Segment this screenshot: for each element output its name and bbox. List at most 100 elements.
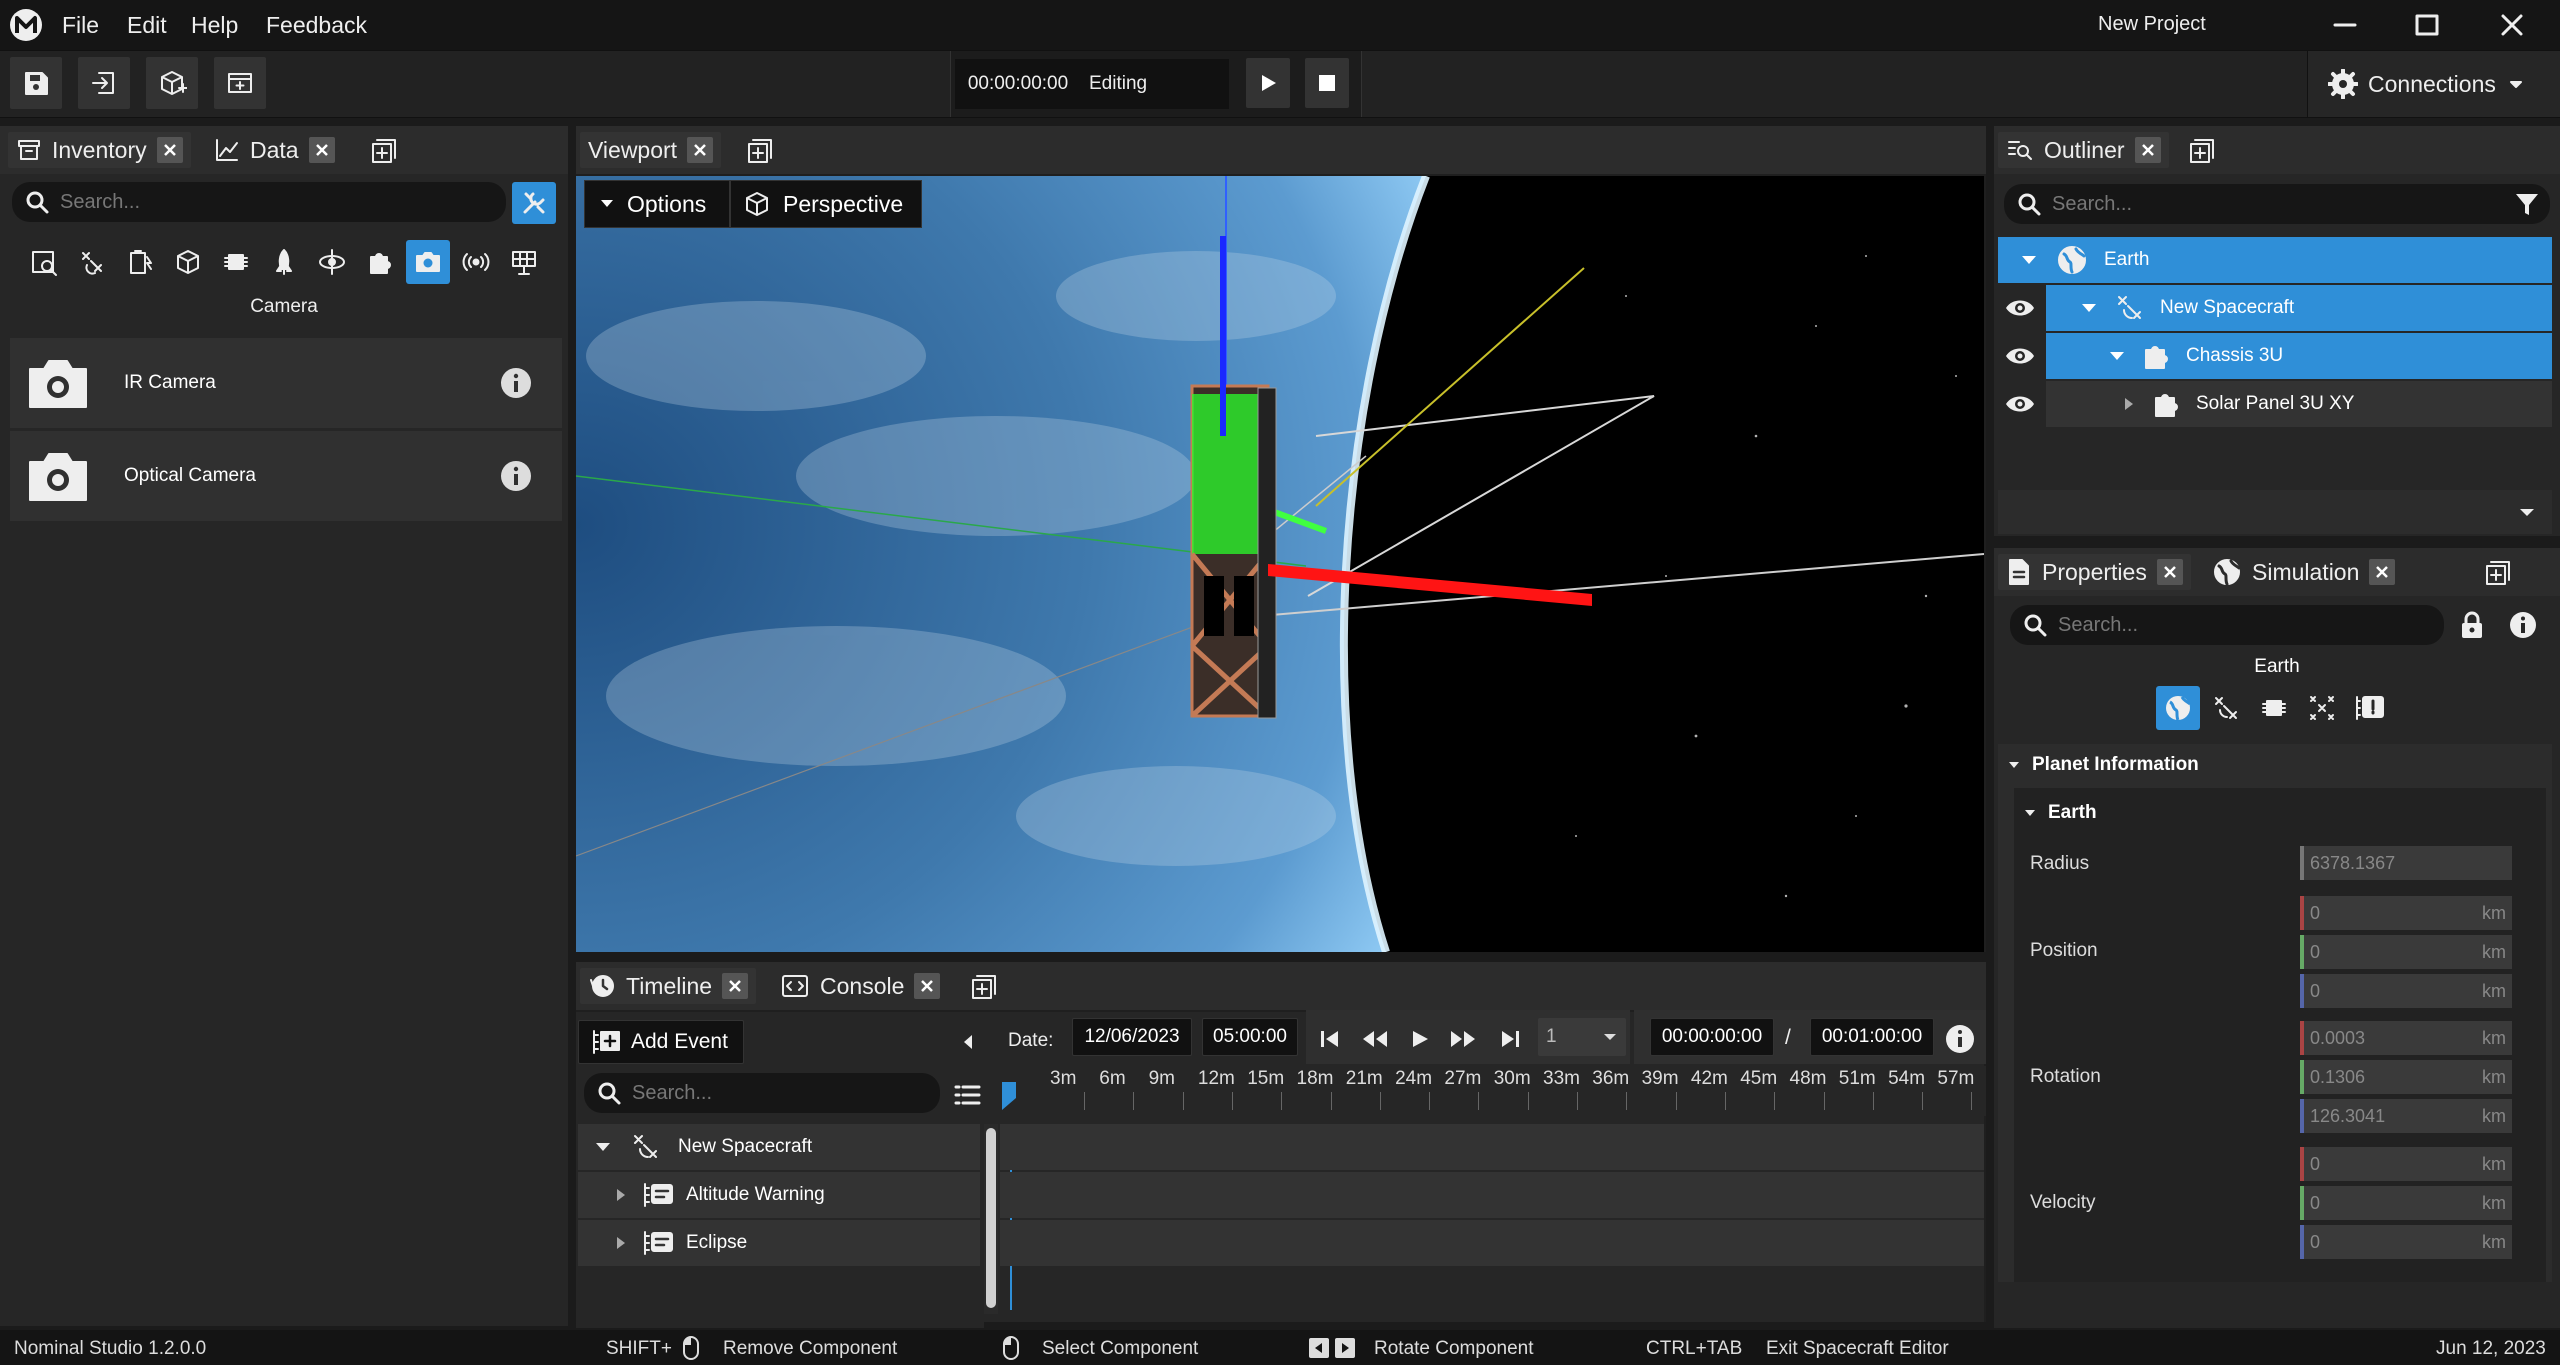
rewind-icon[interactable] [1360,1027,1390,1051]
velocity-z-field[interactable]: 0 km [2300,1225,2512,1259]
lock-icon[interactable] [2458,610,2486,640]
close-tab-icon[interactable] [2156,559,2183,585]
close-tab-icon[interactable] [914,973,941,999]
menu-feedback[interactable]: Feedback [266,0,367,50]
outliner-search-input[interactable]: Search... [2004,184,2550,224]
connections-dropdown[interactable]: Connections [2307,51,2560,117]
filter-icon[interactable] [2514,191,2540,217]
tab-outliner[interactable]: Outliner [1998,132,2169,168]
puzzle-icon[interactable] [358,240,402,284]
tab-properties[interactable]: Properties [1998,554,2191,590]
close-tab-icon[interactable] [156,137,183,163]
time-field[interactable]: 05:00:00 [1202,1018,1298,1056]
planet-info-header[interactable]: Planet Information [2008,754,2199,776]
outliner-item-solar-panel[interactable]: Solar Panel 3U XY [2046,381,2552,427]
perspective-button[interactable]: Perspective [730,180,922,228]
expand-right-icon[interactable] [2122,395,2136,413]
inventory-search-input[interactable]: Search... [12,182,506,222]
date-field[interactable]: 12/06/2023 [1072,1018,1192,1056]
timeline-track[interactable] [1000,1220,1984,1266]
play-button[interactable] [1246,58,1290,108]
stop-button[interactable] [1305,58,1349,108]
timeline-row[interactable]: Altitude Warning [578,1172,980,1218]
battery-icon[interactable] [118,240,162,284]
position-z-field[interactable]: 0 km [2300,974,2512,1008]
add-tab-icon[interactable] [2186,136,2216,166]
satellite-category-icon[interactable] [2204,686,2248,730]
tab-console[interactable]: Console [772,968,948,1004]
timeline-play-icon[interactable] [1408,1027,1432,1051]
timeline-track[interactable] [1000,1124,1984,1170]
alert-category-icon[interactable] [2348,686,2392,730]
satellite-icon[interactable] [70,240,114,284]
fast-forward-icon[interactable] [1448,1027,1478,1051]
chip-category-icon[interactable] [2252,686,2296,730]
save-button[interactable] [10,57,62,109]
speed-select[interactable]: 1 [1538,1018,1626,1056]
playhead-icon[interactable] [1000,1080,1018,1112]
globe-category-icon[interactable] [2156,686,2200,730]
velocity-y-field[interactable]: 0 km [2300,1186,2512,1220]
outliner-item-chassis[interactable]: Chassis 3U [2046,333,2552,379]
velocity-x-field[interactable]: 0 km [2300,1147,2512,1181]
eye-icon[interactable] [1998,381,2042,427]
export-button[interactable] [78,57,130,109]
current-time-field[interactable]: 00:00:00:00 [1650,1018,1774,1056]
add-tab-icon[interactable] [968,972,998,1002]
add-component-button[interactable] [146,57,198,109]
tab-data[interactable]: Data [206,132,343,168]
tab-simulation[interactable]: Simulation [2204,554,2403,590]
end-time-field[interactable]: 00:01:00:00 [1810,1018,1934,1056]
tab-timeline[interactable]: Timeline [580,968,757,1004]
close-tab-icon[interactable] [2134,137,2161,163]
close-tab-icon[interactable] [722,973,749,999]
close-window-icon[interactable] [2497,10,2527,40]
expand-down-icon[interactable] [2108,347,2126,365]
position-y-field[interactable]: 0 km [2300,935,2512,969]
constellation-category-icon[interactable] [2300,686,2344,730]
3d-scene[interactable] [576,176,1984,952]
info-icon[interactable] [2508,610,2538,640]
inventory-search-icon[interactable] [22,240,66,284]
add-tab-icon[interactable] [368,136,398,166]
import-button[interactable] [214,57,266,109]
eye-icon[interactable] [1998,285,2042,331]
eye-icon[interactable] [1998,333,2042,379]
tab-inventory[interactable]: Inventory [8,132,191,168]
timeline-track[interactable] [1000,1172,1984,1218]
list-icon[interactable] [952,1080,982,1110]
add-tab-icon[interactable] [2482,558,2512,588]
camera-category-icon[interactable] [406,240,450,284]
menu-help[interactable]: Help [191,0,238,50]
outliner-item-earth[interactable]: Earth [1998,237,2552,283]
inventory-item[interactable]: Optical Camera [10,431,562,521]
minimize-icon[interactable] [2330,10,2360,40]
maximize-icon[interactable] [2412,10,2442,40]
orbit-icon[interactable] [310,240,354,284]
options-button[interactable]: Options [584,180,730,228]
tools-button[interactable] [512,182,556,224]
outliner-item-new-spacecraft[interactable]: New Spacecraft [2046,285,2552,331]
expand-down-icon[interactable] [594,1138,612,1156]
rotation-z-field[interactable]: 126.3041 km [2300,1099,2512,1133]
rotation-y-field[interactable]: 0.1306 km [2300,1060,2512,1094]
menu-edit[interactable]: Edit [127,0,167,50]
info-icon[interactable] [500,460,532,492]
rotation-x-field[interactable]: 0.0003 km [2300,1021,2512,1055]
outliner-footer[interactable] [1998,490,2552,534]
skip-end-icon[interactable] [1498,1027,1522,1051]
tab-viewport[interactable]: Viewport [580,132,722,168]
earth-subsection-header[interactable]: Earth [2024,802,2097,824]
skip-start-icon[interactable] [1318,1027,1342,1051]
chip-icon[interactable] [214,240,258,284]
inventory-item[interactable]: IR Camera [10,338,562,428]
timeline-row[interactable]: Eclipse [578,1220,980,1266]
close-tab-icon[interactable] [2369,559,2396,585]
close-tab-icon[interactable] [687,137,714,163]
timeline-row[interactable]: New Spacecraft [578,1124,980,1170]
expand-right-icon[interactable] [614,1186,628,1204]
add-event-button[interactable]: Add Event [578,1020,744,1064]
antenna-icon[interactable] [454,240,498,284]
expand-right-icon[interactable] [614,1234,628,1252]
position-x-field[interactable]: 0 km [2300,896,2512,930]
